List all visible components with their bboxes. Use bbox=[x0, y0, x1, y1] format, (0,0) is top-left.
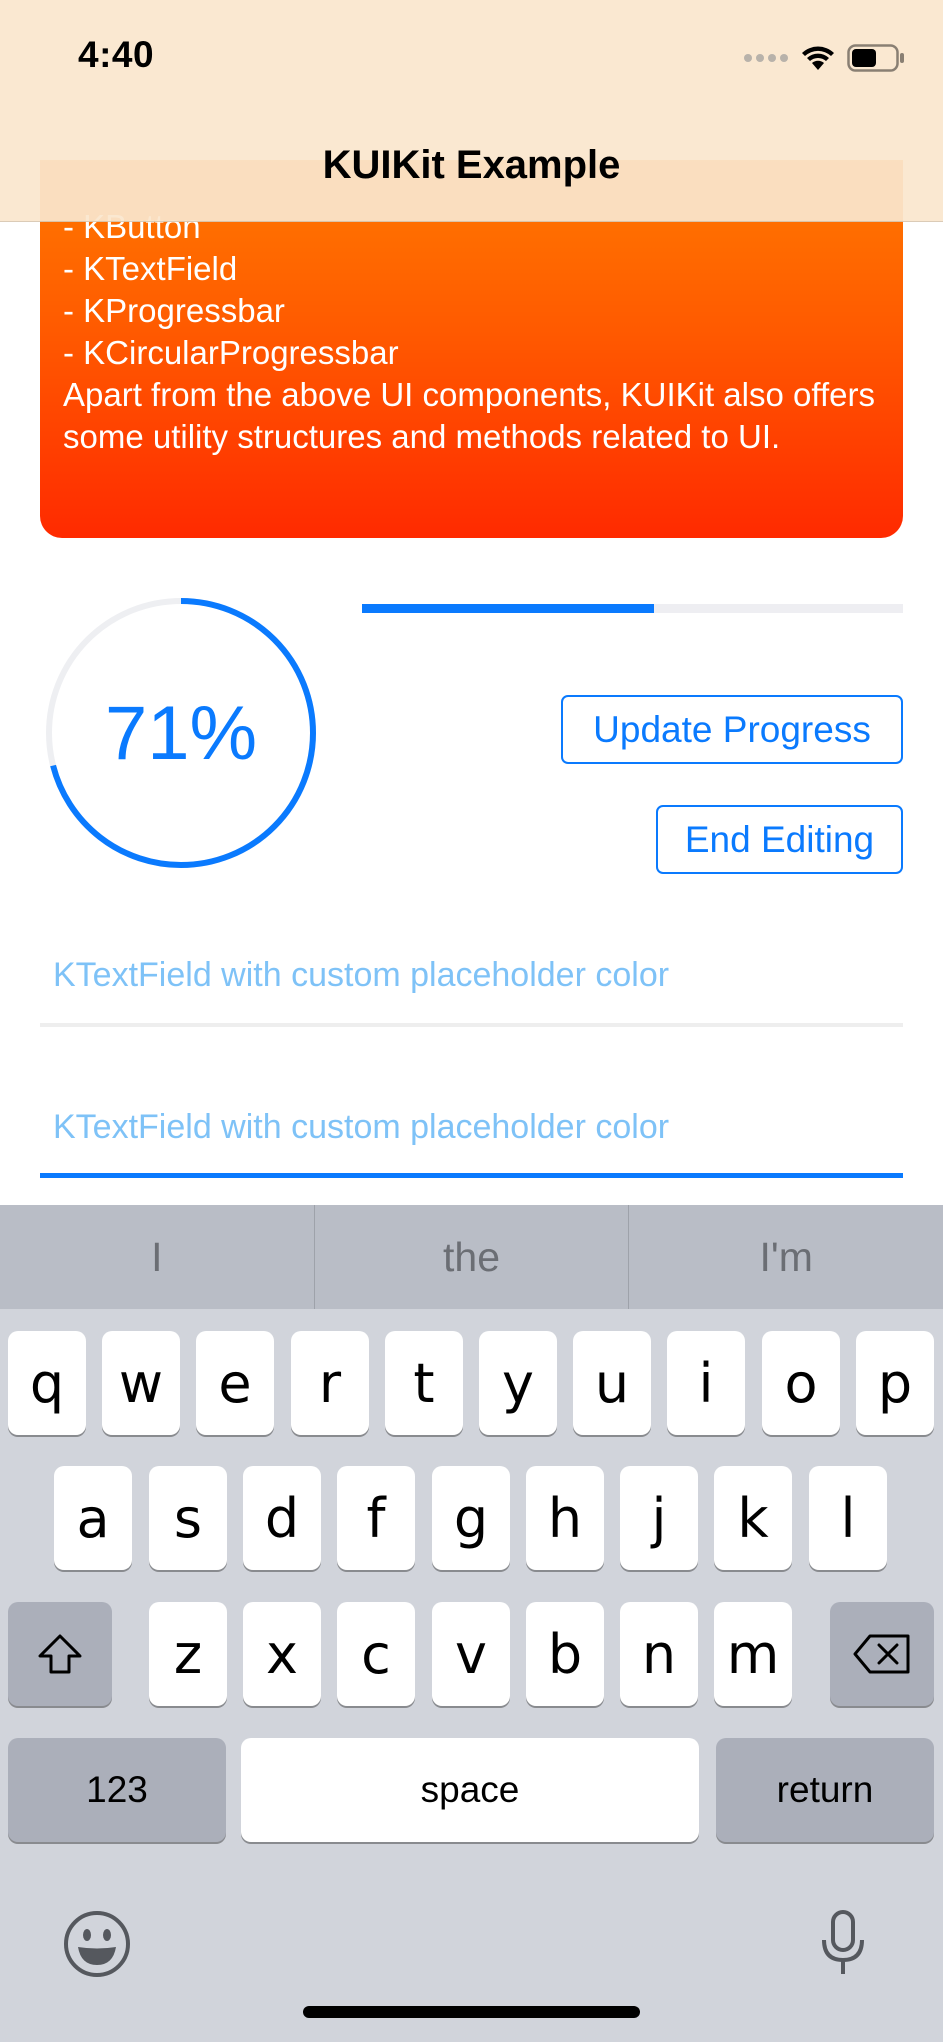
key-b[interactable]: b bbox=[526, 1602, 604, 1706]
key-g[interactable]: g bbox=[432, 1466, 510, 1570]
key-c[interactable]: c bbox=[337, 1602, 415, 1706]
key-q[interactable]: q bbox=[8, 1331, 86, 1435]
nav-title: KUIKit Example bbox=[322, 143, 621, 187]
info-line-ktextfield: - KTextField bbox=[63, 250, 238, 287]
key-z[interactable]: z bbox=[149, 1602, 227, 1706]
shift-key[interactable] bbox=[8, 1602, 112, 1706]
key-m[interactable]: m bbox=[714, 1602, 792, 1706]
text-field-1-placeholder: KTextField with custom placeholder color bbox=[53, 956, 670, 994]
keyboard: I the I'm q w e r t y u i o p a s d f g … bbox=[0, 1205, 943, 2042]
microphone-button[interactable] bbox=[820, 1910, 866, 1983]
text-field-2-placeholder: KTextField with custom placeholder color bbox=[53, 1108, 670, 1146]
key-o[interactable]: o bbox=[762, 1331, 840, 1435]
linear-progressbar bbox=[362, 604, 903, 613]
key-h[interactable]: h bbox=[526, 1466, 604, 1570]
linear-progress-fill bbox=[362, 604, 655, 613]
info-line-kprogressbar: - KProgressbar bbox=[63, 292, 285, 329]
shift-icon bbox=[38, 1634, 82, 1674]
circular-progress-label: 71% bbox=[104, 690, 258, 776]
end-editing-button[interactable]: End Editing bbox=[656, 805, 903, 874]
space-key[interactable]: space bbox=[241, 1738, 699, 1842]
key-w[interactable]: w bbox=[102, 1331, 180, 1435]
microphone-icon bbox=[822, 1910, 864, 1974]
key-k[interactable]: k bbox=[714, 1466, 792, 1570]
delete-icon bbox=[853, 1634, 910, 1674]
key-a[interactable]: a bbox=[54, 1466, 132, 1570]
signal-icon bbox=[744, 54, 788, 62]
suggestion-3[interactable]: I'm bbox=[629, 1205, 943, 1309]
battery-icon bbox=[847, 44, 904, 72]
key-y[interactable]: y bbox=[479, 1331, 557, 1435]
update-progress-button[interactable]: Update Progress bbox=[561, 695, 903, 764]
text-field-2[interactable]: KTextField with custom placeholder color bbox=[40, 1100, 903, 1180]
wifi-icon bbox=[802, 46, 834, 70]
home-indicator[interactable] bbox=[303, 2006, 640, 2018]
suggestion-2[interactable]: the bbox=[315, 1205, 630, 1309]
numbers-key[interactable]: 123 bbox=[8, 1738, 226, 1842]
status-icons bbox=[743, 40, 905, 76]
info-paragraph: Apart from the above UI components, KUIK… bbox=[63, 376, 875, 455]
return-key[interactable]: return bbox=[716, 1738, 934, 1842]
key-p[interactable]: p bbox=[856, 1331, 934, 1435]
key-u[interactable]: u bbox=[573, 1331, 651, 1435]
status-time: 4:40 bbox=[78, 34, 155, 75]
text-field-1[interactable]: KTextField with custom placeholder color bbox=[40, 950, 903, 1030]
info-line-kcircularprogressbar: - KCircularProgressbar bbox=[63, 334, 399, 371]
suggestion-1[interactable]: I bbox=[0, 1205, 315, 1309]
key-v[interactable]: v bbox=[432, 1602, 510, 1706]
text-field-1-underline bbox=[40, 1023, 903, 1027]
key-x[interactable]: x bbox=[243, 1602, 321, 1706]
key-i[interactable]: i bbox=[667, 1331, 745, 1435]
delete-key[interactable] bbox=[830, 1602, 934, 1706]
key-r[interactable]: r bbox=[291, 1331, 369, 1435]
key-s[interactable]: s bbox=[149, 1466, 227, 1570]
key-f[interactable]: f bbox=[337, 1466, 415, 1570]
emoji-icon bbox=[64, 1911, 130, 1977]
emoji-button[interactable] bbox=[63, 1910, 131, 1983]
circular-progressbar: 71% bbox=[45, 597, 317, 869]
key-n[interactable]: n bbox=[620, 1602, 698, 1706]
text-field-2-underline-active bbox=[40, 1173, 903, 1178]
suggestion-bar: I the I'm bbox=[0, 1205, 943, 1309]
navigation-bar: 4:40 KUIKit Example bbox=[0, 0, 943, 222]
key-t[interactable]: t bbox=[385, 1331, 463, 1435]
key-d[interactable]: d bbox=[243, 1466, 321, 1570]
key-l[interactable]: l bbox=[809, 1466, 887, 1570]
key-e[interactable]: e bbox=[196, 1331, 274, 1435]
key-j[interactable]: j bbox=[620, 1466, 698, 1570]
